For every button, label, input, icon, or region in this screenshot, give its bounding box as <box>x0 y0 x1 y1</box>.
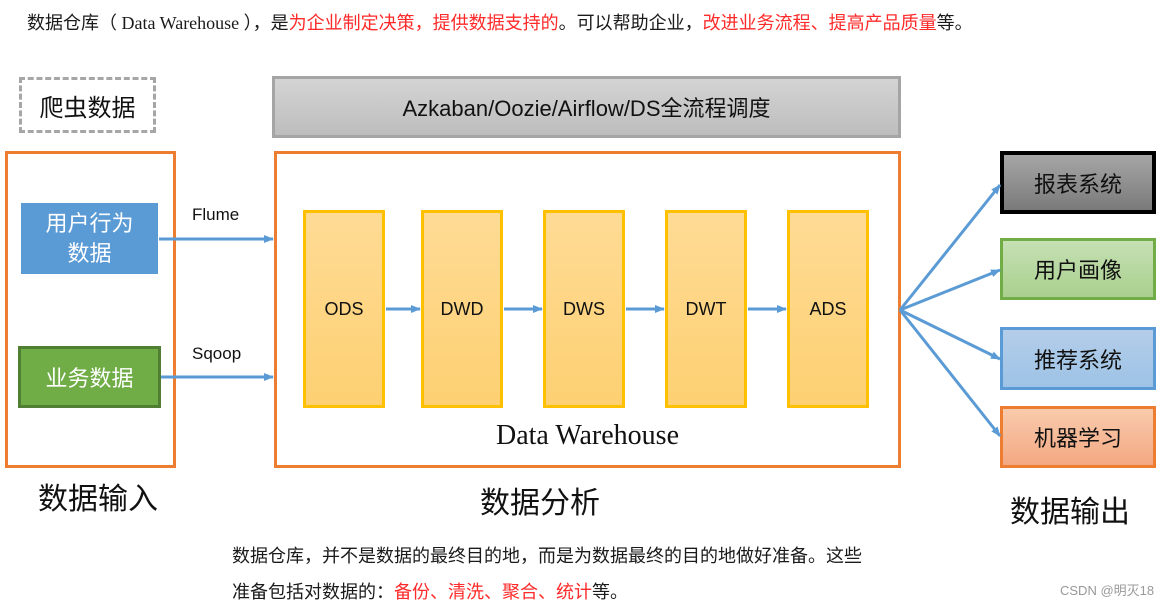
ads-ml-arrow <box>898 309 1002 437</box>
ads-recommend-arrow <box>899 308 1001 361</box>
watermark: CSDN @明灭18 <box>1060 583 1155 598</box>
bottom-note: 数据仓库，并不是数据的最终目的地，而是为数据最终的目的地做好准备。这些 准备包括… <box>232 538 862 610</box>
arrow-layer <box>159 184 1002 437</box>
note-text: 准备包括对数据的： <box>232 582 394 602</box>
note-line-1: 数据仓库，并不是数据的最终目的地，而是为数据最终的目的地做好准备。这些 <box>232 546 862 566</box>
note-text: 等。 <box>592 582 628 602</box>
note-highlight: 备份、清洗、聚合、统计 <box>394 582 592 602</box>
